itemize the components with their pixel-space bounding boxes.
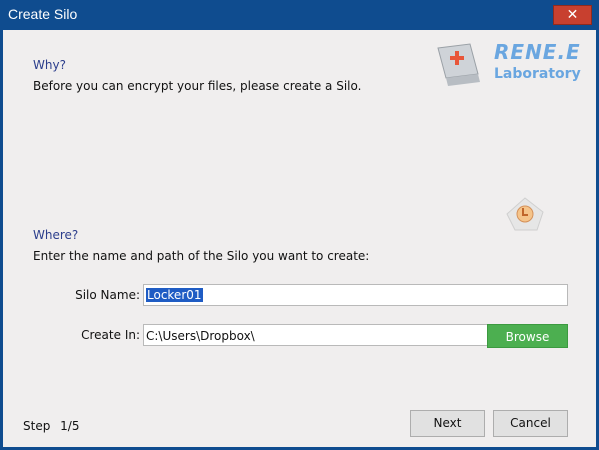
brand-name: RENE.E: [494, 40, 581, 64]
silo-name-value[interactable]: Locker01: [146, 288, 203, 302]
shield-clock-icon: [506, 197, 544, 231]
silo-name-label: Silo Name:: [75, 288, 140, 302]
close-icon: ✕: [566, 7, 579, 23]
silo-name-field[interactable]: Locker01: [143, 284, 568, 306]
why-heading: Why?: [33, 58, 66, 72]
create-silo-window: Create Silo ✕ RENE.E Laboratory Why? Bef…: [0, 0, 599, 450]
cancel-button[interactable]: Cancel: [493, 410, 568, 437]
dialog-content: RENE.E Laboratory Why? Before you can en…: [3, 30, 596, 447]
rene-e-logo: RENE.E Laboratory: [428, 38, 588, 98]
where-text: Enter the name and path of the Silo you …: [33, 249, 370, 263]
why-text: Before you can encrypt your files, pleas…: [33, 79, 362, 93]
step-label: Step: [23, 419, 51, 433]
browse-button[interactable]: Browse: [487, 324, 568, 348]
create-in-label: Create In:: [81, 328, 140, 342]
next-button[interactable]: Next: [410, 410, 485, 437]
plus-key-icon: [437, 43, 480, 86]
step-value: 1/5: [60, 419, 80, 433]
create-in-field[interactable]: [143, 324, 488, 346]
step-indicator: Step 1/5: [23, 419, 79, 433]
title-bar[interactable]: Create Silo ✕: [0, 0, 599, 30]
create-in-input[interactable]: [144, 326, 487, 346]
brand-subtitle: Laboratory: [494, 66, 581, 82]
window-title: Create Silo: [8, 6, 78, 22]
where-heading: Where?: [33, 228, 79, 242]
close-button[interactable]: ✕: [553, 5, 592, 25]
